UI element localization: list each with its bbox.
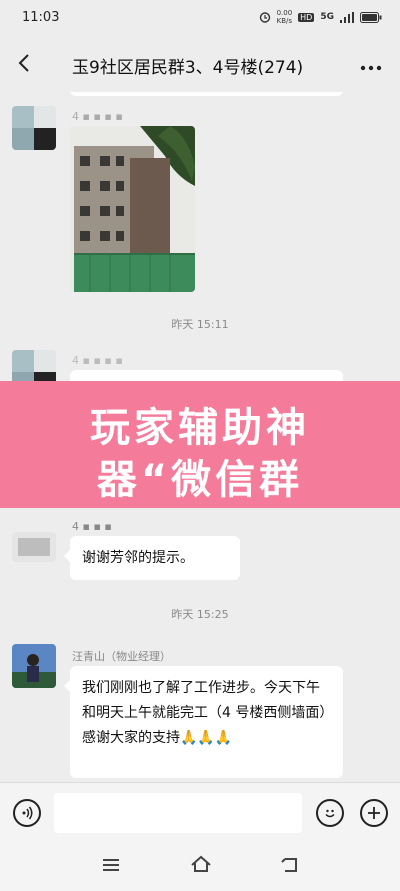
more-button[interactable]	[360, 52, 382, 76]
network-label: 5G	[320, 12, 334, 22]
message-bubble[interactable]: 谢谢芳邻的提示。	[64, 536, 240, 580]
avatar[interactable]	[12, 106, 56, 150]
chat-input-bar	[0, 782, 400, 845]
system-nav-bar	[0, 844, 400, 891]
voice-button[interactable]	[13, 799, 41, 827]
overlay-line-1: 玩家辅助神	[90, 405, 310, 451]
chevron-left-icon	[18, 54, 29, 72]
home-icon	[191, 855, 211, 872]
message-input[interactable]	[54, 793, 302, 833]
battery-icon	[360, 11, 382, 23]
sender-name: 汪青山（物业经理）	[72, 650, 171, 663]
signal-icon	[340, 11, 354, 23]
status-bar: 11:03 0.00 KB/s HD 5G	[0, 0, 400, 36]
message-photo[interactable]	[70, 126, 195, 292]
previous-message-bubble	[70, 92, 343, 96]
menu-icon	[103, 859, 119, 871]
sender-name: 4 ▪ ▪ ▪ ▪	[72, 110, 123, 123]
overlay-line-2: 器“微信群	[96, 457, 304, 503]
avatar[interactable]	[12, 532, 56, 562]
emoji-button[interactable]	[316, 799, 344, 827]
message-timestamp: 昨天 15:11	[171, 318, 229, 331]
alarm-icon	[259, 12, 270, 23]
menu-button[interactable]	[102, 854, 120, 878]
emoji-icon	[325, 809, 335, 818]
plus-icon	[368, 807, 380, 819]
message-timestamp: 昨天 15:25	[171, 608, 229, 621]
status-time: 11:03	[22, 10, 60, 25]
message-text: 我们刚刚也了解了工作进步。今天下午和明天上午就能完工（4 号楼西侧墙面）感谢大家…	[82, 680, 327, 746]
promo-overlay-banner: 玩家辅助神 器“微信群	[0, 381, 400, 508]
message-text: 谢谢芳邻的提示。	[82, 550, 194, 566]
hd-badge: HD	[298, 12, 315, 22]
status-icons: 0.00 KB/s HD 5G	[259, 9, 382, 25]
chat-header: 玉9社区居民群3、4号楼(274)	[0, 36, 400, 92]
avatar[interactable]	[12, 644, 56, 688]
network-speed: 0.00 KB/s	[276, 9, 293, 25]
nav-back-button[interactable]	[280, 854, 298, 878]
back-icon	[281, 858, 297, 872]
sender-name: 4 ▪ ▪ ▪	[72, 520, 112, 533]
back-button[interactable]	[12, 50, 38, 76]
voice-icon	[22, 806, 33, 820]
chat-title: 玉9社区居民群3、4号楼(274)	[72, 58, 304, 78]
plus-button[interactable]	[360, 799, 388, 827]
sender-name: 4 ▪ ▪ ▪ ▪	[72, 354, 123, 367]
home-button[interactable]	[190, 854, 212, 878]
message-bubble[interactable]: 我们刚刚也了解了工作进步。今天下午和明天上午就能完工（4 号楼西侧墙面）感谢大家…	[64, 666, 343, 778]
more-dots-icon	[360, 65, 382, 71]
